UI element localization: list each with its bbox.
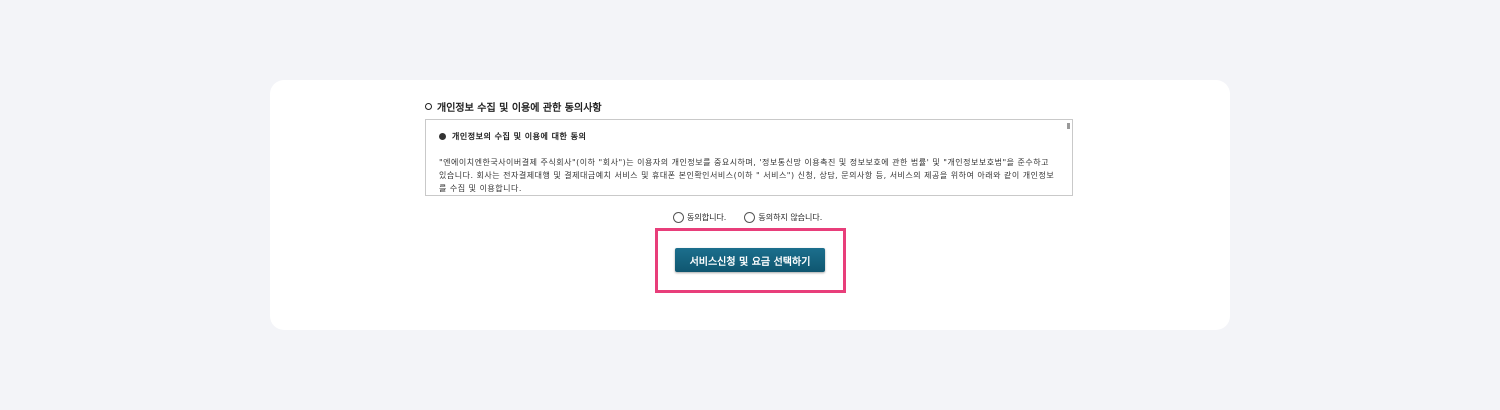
- terms-heading-text: 개인정보의 수집 및 이용에 대한 동의: [452, 132, 587, 141]
- terms-heading: 개인정보의 수집 및 이용에 대한 동의: [439, 130, 1058, 143]
- disagree-label[interactable]: 동의하지 않습니다.: [758, 212, 822, 223]
- agree-label[interactable]: 동의합니다.: [687, 212, 726, 223]
- disagree-radio-icon[interactable]: [744, 212, 756, 223]
- terms-body-text: "엔에이치엔한국사이버결제 주식회사"(이하 "회사")는 이용자의 개인정보를…: [439, 158, 1055, 193]
- terms-content: 개인정보의 수집 및 이용에 대한 동의 "엔에이치엔한국사이버결제 주식회사"…: [426, 120, 1072, 195]
- agree-radio-icon[interactable]: [673, 212, 684, 223]
- consent-radio-group: 동의합니다. 동의하지 않습니다.: [673, 212, 840, 223]
- section-title: 개인정보 수집 및 이용에 관한 동의사항: [425, 99, 602, 114]
- service-apply-button[interactable]: 서비스신청 및 요금 선택하기: [675, 248, 825, 272]
- terms-scroll-box[interactable]: 개인정보의 수집 및 이용에 대한 동의 "엔에이치엔한국사이버결제 주식회사"…: [425, 119, 1073, 196]
- section-title-text: 개인정보 수집 및 이용에 관한 동의사항: [437, 103, 602, 114]
- terms-scrollbar[interactable]: [1067, 123, 1070, 129]
- circle-bullet-icon: [425, 103, 432, 110]
- agree-radio-option[interactable]: 동의합니다.: [673, 212, 726, 223]
- filled-dot-icon: [439, 133, 446, 140]
- disagree-radio-option[interactable]: 동의하지 않습니다.: [744, 212, 822, 223]
